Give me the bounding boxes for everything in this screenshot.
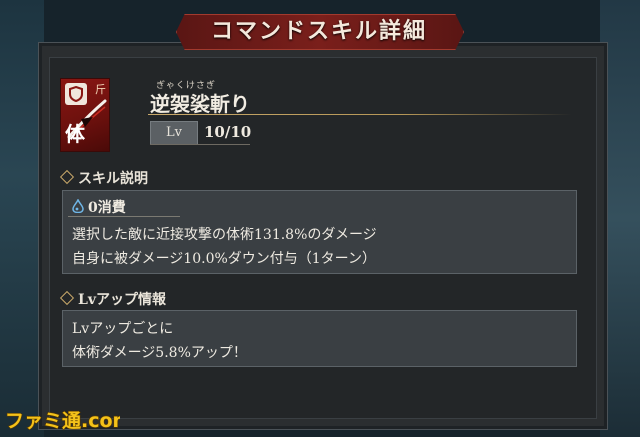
skill-icon: 斤 体 — [60, 78, 110, 152]
levelup-header: Lvアップ情報 — [59, 289, 166, 309]
level-value: 10/10 — [204, 123, 252, 141]
logo-text: ファミ通.com — [5, 410, 120, 432]
name-divider — [148, 114, 572, 115]
description-header: スキル説明 — [59, 168, 148, 188]
skill-type-label: 体 — [65, 122, 85, 146]
description-line-1: 選択した敵に近接攻撃の体術131.8%のダメージ — [72, 227, 377, 243]
levelup-line-1: Lvアップごとに — [72, 321, 174, 337]
icon-mark: 斤 — [95, 83, 106, 96]
shield-icon — [65, 83, 87, 105]
dialog-title: コマンドスキル詳細 — [210, 18, 427, 44]
level-divider — [150, 144, 250, 145]
description-header-label: スキル説明 — [78, 171, 148, 187]
famitsu-logo: ファミ通.com — [4, 409, 120, 432]
diamond-bullet-icon — [59, 290, 75, 306]
droplet-icon — [72, 198, 84, 217]
diamond-bullet-icon — [59, 169, 75, 185]
cost-divider — [68, 216, 180, 217]
level-label: Lv — [150, 121, 198, 145]
description-line-2: 自身に被ダメージ10.0%ダウン付与（1ターン） — [72, 251, 376, 267]
skill-name: 逆袈裟斬り — [150, 92, 250, 116]
levelup-header-label: Lvアップ情報 — [78, 292, 166, 308]
cost-row: 0消費 — [72, 197, 126, 217]
levelup-line-2: 体術ダメージ5.8%アップ！ — [72, 345, 247, 361]
cost-value: 0消費 — [88, 200, 126, 216]
